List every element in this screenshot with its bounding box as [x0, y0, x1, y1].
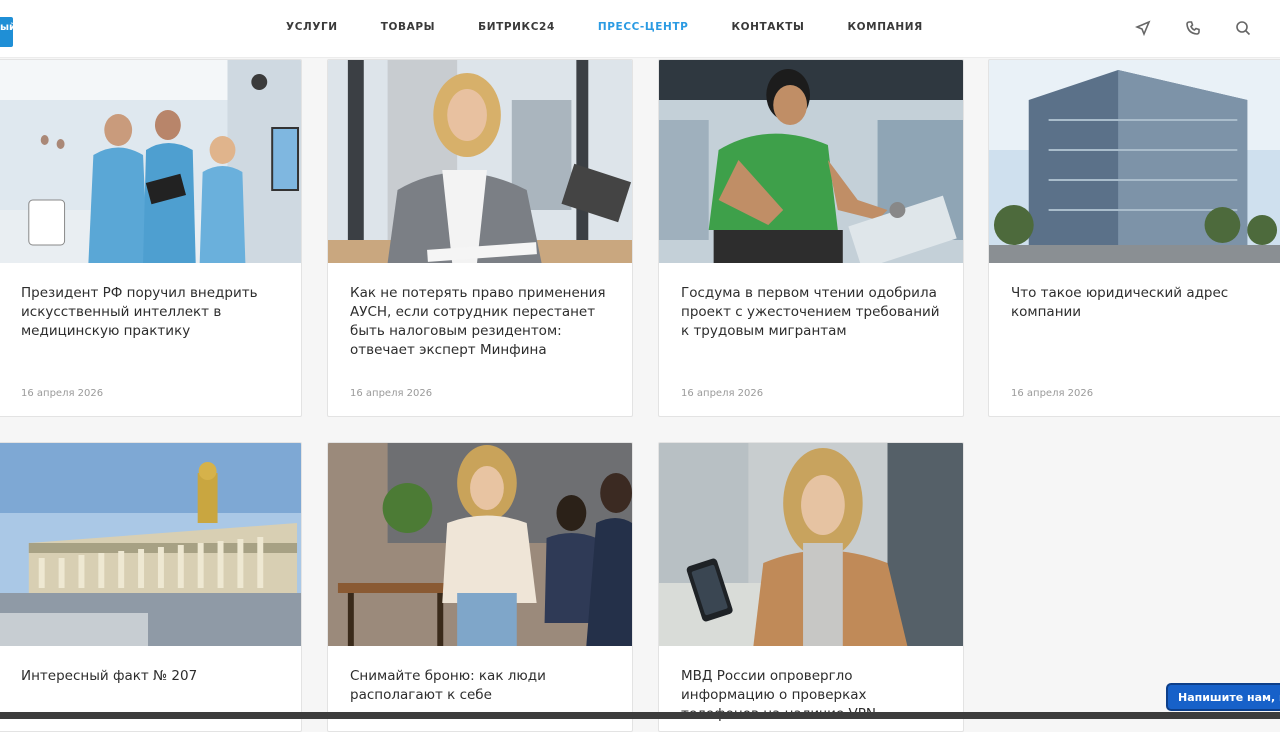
nav-services[interactable]: УСЛУГИ [286, 21, 338, 33]
news-image-building[interactable] [989, 60, 1280, 263]
chat-button[interactable]: Напишите нам, мы [1166, 683, 1280, 711]
news-card[interactable]: Госдума в первом чтении одобрила проект … [658, 59, 964, 417]
news-image-hospital[interactable] [0, 60, 301, 263]
news-title[interactable]: Снимайте броню: как люди располагают к с… [350, 667, 610, 705]
logo-text: ый [0, 22, 17, 33]
news-image-factory[interactable] [659, 60, 963, 263]
search-icon[interactable] [1234, 19, 1252, 37]
news-title[interactable]: Интересный факт № 207 [21, 667, 281, 686]
news-image-palace[interactable] [0, 443, 301, 646]
news-title[interactable]: Что такое юридический адрес компании [1011, 284, 1271, 322]
news-title[interactable]: Президент РФ поручил внедрить искусствен… [21, 284, 281, 341]
news-date: 16 апреля 2026 [21, 388, 104, 399]
nav-company[interactable]: КОМПАНИЯ [847, 21, 922, 33]
news-card[interactable]: Президент РФ поручил внедрить искусствен… [0, 59, 302, 417]
news-image-office[interactable] [328, 60, 632, 263]
main-nav: УСЛУГИ ТОВАРЫ БИТРИКС24 ПРЕСС-ЦЕНТР КОНТ… [286, 21, 966, 33]
news-card[interactable]: Снимайте броню: как люди располагают к с… [327, 442, 633, 732]
news-title[interactable]: Госдума в первом чтении одобрила проект … [681, 284, 941, 341]
news-card[interactable]: Интересный факт № 207 [0, 442, 302, 732]
bottom-bar [0, 712, 1280, 719]
news-image-phone[interactable] [659, 443, 963, 646]
nav-bitrix24[interactable]: БИТРИКС24 [478, 21, 555, 33]
news-date: 16 апреля 2026 [350, 388, 433, 399]
news-card[interactable]: МВД России опровергло информацию о прове… [658, 442, 964, 732]
news-date: 16 апреля 2026 [1011, 388, 1094, 399]
news-card[interactable]: Что такое юридический адрес компании 16 … [988, 59, 1280, 417]
send-icon[interactable] [1134, 19, 1152, 37]
nav-goods[interactable]: ТОВАРЫ [381, 21, 435, 33]
site-header: ый УСЛУГИ ТОВАРЫ БИТРИКС24 ПРЕСС-ЦЕНТР К… [0, 0, 1280, 58]
news-card[interactable]: Как не потерять право применения АУСН, е… [327, 59, 633, 417]
nav-contacts[interactable]: КОНТАКТЫ [731, 21, 804, 33]
news-title[interactable]: Как не потерять право применения АУСН, е… [350, 284, 610, 360]
nav-press-center[interactable]: ПРЕСС-ЦЕНТР [598, 21, 689, 33]
news-date: 16 апреля 2026 [681, 388, 764, 399]
phone-icon[interactable] [1184, 19, 1202, 37]
news-image-cafe[interactable] [328, 443, 632, 646]
